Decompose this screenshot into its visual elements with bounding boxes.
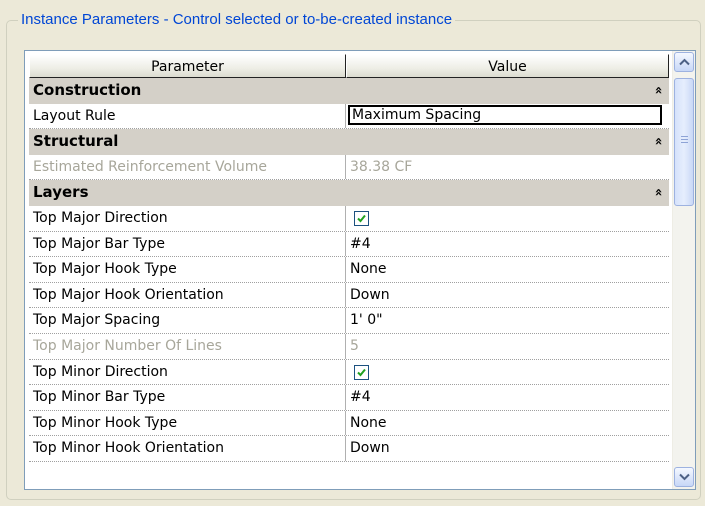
table-row[interactable]: Top Minor Direction — [29, 359, 669, 386]
collapse-icon[interactable]: » — [647, 80, 672, 100]
groupbox-title: Instance Parameters - Control selected o… — [18, 10, 456, 30]
parameter-value[interactable]: Down — [346, 283, 669, 308]
parameter-name: Top Minor Bar Type — [29, 385, 346, 410]
collapse-icon[interactable]: » — [647, 131, 672, 151]
table-row[interactable]: Top Major Hook Type None — [29, 257, 669, 283]
direction-checkbox[interactable] — [354, 364, 369, 380]
parameter-value[interactable]: #4 — [346, 385, 669, 410]
parameter-grid: Parameter Value Construction» Layout Rule… — [24, 50, 696, 490]
table-row[interactable]: Top Minor Hook Orientation Down — [29, 436, 669, 462]
value-edit-field[interactable]: Maximum Spacing — [348, 104, 662, 125]
collapse-icon[interactable]: » — [647, 183, 672, 203]
table-row[interactable]: Top Major Bar Type #4 — [29, 231, 669, 258]
group-name: Layers — [33, 183, 89, 202]
group-header-construction[interactable]: Construction » — [29, 78, 669, 104]
check-icon — [357, 368, 366, 377]
grid-header: Parameter Value — [29, 54, 669, 78]
parameter-value[interactable]: Maximum Spacing — [346, 104, 669, 129]
parameter-value[interactable]: 1' 0" — [346, 308, 669, 333]
grid-rows: Construction» Layout Rule Maximum Spacing S… — [29, 78, 669, 462]
parameter-value[interactable]: #4 — [346, 232, 669, 257]
parameter-value[interactable]: Down — [346, 436, 669, 461]
parameter-name: Layout Rule — [29, 103, 346, 129]
parameter-value: 38.38 CF — [350, 158, 413, 175]
table-row[interactable]: Layout Rule Maximum Spacing — [29, 103, 669, 130]
parameter-name: Top Minor Hook Orientation — [29, 436, 346, 461]
parameter-name: Top Major Number Of Lines — [29, 333, 346, 359]
group-header-layers[interactable]: Layers » — [29, 180, 669, 206]
parameter-value[interactable] — [346, 360, 669, 385]
group-name: Structural — [33, 132, 119, 151]
parameter-name: Top Minor Hook Type — [29, 410, 346, 436]
parameter-value[interactable] — [346, 206, 669, 231]
group-name: Construction — [33, 81, 142, 99]
parameter-value: 5 — [350, 337, 359, 354]
table-row[interactable]: Top Major Hook Orientation Down — [29, 282, 669, 309]
parameter-name: Top Major Hook Type — [29, 257, 346, 282]
table-row[interactable]: Top Minor Bar Type #4 — [29, 385, 669, 411]
check-icon — [357, 214, 366, 223]
parameter-name: Top Major Bar Type — [29, 231, 346, 257]
scroll-thumb[interactable] — [674, 78, 694, 206]
parameter-name: Top Major Spacing — [29, 308, 346, 333]
chevron-up-icon — [679, 58, 690, 66]
table-row[interactable]: Top Minor Hook Type None — [29, 410, 669, 437]
chevron-down-icon — [679, 473, 690, 481]
table-row[interactable]: Top Major Direction — [29, 205, 669, 232]
vertical-scrollbar[interactable] — [672, 51, 695, 489]
scroll-up-button[interactable] — [674, 52, 694, 72]
direction-checkbox[interactable] — [354, 210, 369, 226]
column-header-value[interactable]: Value — [346, 54, 669, 78]
parameter-value[interactable]: None — [346, 411, 669, 436]
scroll-down-button[interactable] — [674, 467, 694, 487]
table-row[interactable]: Top Major Spacing 1' 0" — [29, 308, 669, 334]
parameter-name: Top Major Hook Orientation — [29, 282, 346, 308]
parameter-value[interactable]: None — [346, 257, 669, 282]
table-row[interactable]: Top Major Number Of Lines 5 — [29, 333, 669, 360]
table-row[interactable]: Estimated Reinforcement Volume 38.38 CF — [29, 154, 669, 181]
parameter-name: Top Major Direction — [29, 205, 346, 231]
parameter-name: Top Minor Direction — [29, 359, 346, 385]
column-header-parameter[interactable]: Parameter — [29, 54, 346, 78]
group-header-structural[interactable]: Structural » — [29, 129, 669, 155]
parameter-name: Estimated Reinforcement Volume — [29, 154, 346, 180]
